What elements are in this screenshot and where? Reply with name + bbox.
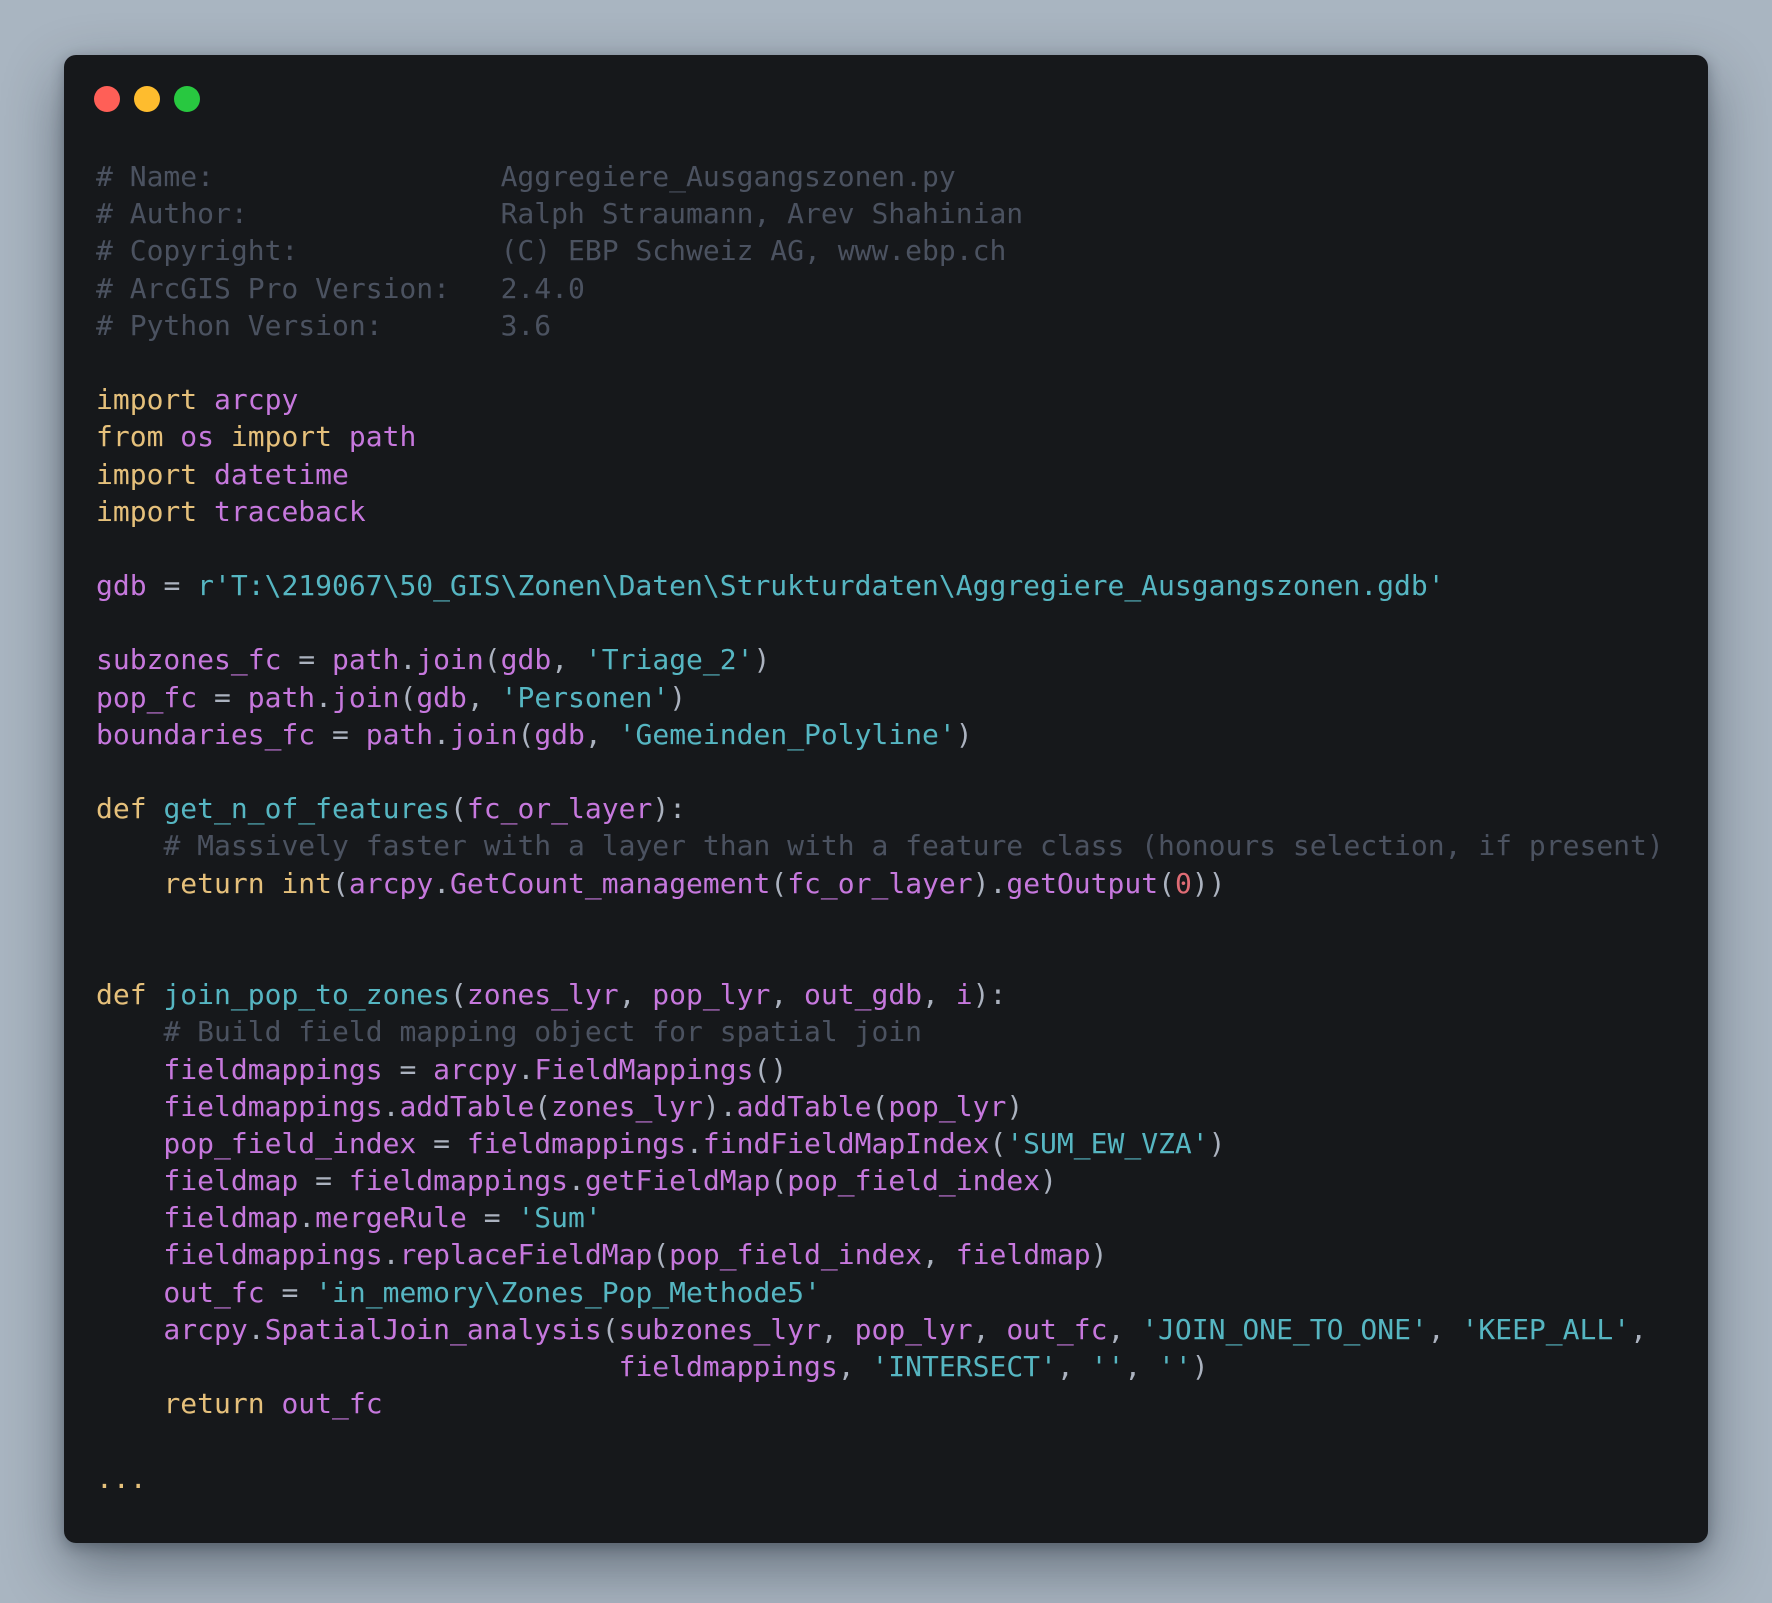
- header-comment-line: # Author: Ralph Straumann, Arev Shahinia…: [96, 197, 1024, 231]
- feature-class-line: pop_fc = path.join(gdb, 'Personen'): [96, 680, 687, 714]
- function-get-n-of-features-line: def get_n_of_features(fc_or_layer):: [96, 792, 687, 826]
- gdb-assignment-line: gdb = r'T:\219067\50_GIS\Zonen\Daten\Str…: [96, 569, 1445, 603]
- header-comment-line: # Python Version: 3.6: [96, 308, 552, 342]
- function-join-pop-to-zones-line: fieldmappings, 'INTERSECT', '', ''): [96, 1350, 1209, 1383]
- import-line: import datetime: [96, 457, 349, 491]
- function-get-n-of-features-line: # Massively faster with a layer than wit…: [163, 829, 1664, 863]
- minimize-button[interactable]: [134, 86, 160, 112]
- code-window: # Name: Aggregiere_Ausgangszonen.py # Aut…: [64, 55, 1708, 1543]
- import-line: import arcpy: [96, 383, 299, 417]
- function-join-pop-to-zones-line: fieldmappings.addTable(zones_lyr).addTab…: [96, 1089, 1024, 1123]
- function-join-pop-to-zones-line: # Build field mapping object for spatial…: [163, 1015, 923, 1049]
- function-join-pop-to-zones-line: fieldmappings = arcpy.FieldMappings(): [96, 1052, 788, 1086]
- function-join-pop-to-zones-line: def join_pop_to_zones(zones_lyr, pop_lyr…: [96, 978, 1007, 1012]
- window-controls: [94, 86, 200, 112]
- ellipsis-line: ...: [96, 1461, 147, 1495]
- import-line: from os import path: [96, 420, 417, 454]
- function-join-pop-to-zones-line: arcpy.SpatialJoin_analysis(subzones_lyr,…: [96, 1312, 1647, 1346]
- feature-class-line: boundaries_fc = path.join(gdb, 'Gemeinde…: [96, 717, 973, 751]
- feature-class-line: subzones_fc = path.join(gdb, 'Triage_2'): [96, 643, 771, 677]
- function-join-pop-to-zones-line: fieldmappings.replaceFieldMap(pop_field_…: [96, 1238, 1108, 1272]
- function-get-n-of-features-line: return int(arcpy.GetCount_management(fc_…: [163, 866, 1226, 900]
- function-join-pop-to-zones-line: out_fc = 'in_memory\Zones_Pop_Methode5': [96, 1275, 821, 1309]
- close-button[interactable]: [94, 86, 120, 112]
- function-join-pop-to-zones-line: return out_fc: [163, 1387, 383, 1421]
- import-line: import traceback: [96, 494, 366, 528]
- code-block[interactable]: # Name: Aggregiere_Ausgangszonen.py # Aut…: [96, 158, 1664, 1497]
- maximize-button[interactable]: [174, 86, 200, 112]
- function-join-pop-to-zones-line: fieldmap = fieldmappings.getFieldMap(pop…: [96, 1164, 1057, 1198]
- header-comment-line: # Name: Aggregiere_Ausgangszonen.py: [96, 160, 956, 193]
- function-join-pop-to-zones-line: pop_field_index = fieldmappings.findFiel…: [96, 1126, 1226, 1160]
- function-join-pop-to-zones-line: fieldmap.mergeRule = 'Sum': [96, 1201, 602, 1235]
- header-comment-line: # Copyright: (C) EBP Schweiz AG, www.ebp…: [96, 234, 1007, 268]
- header-comment-line: # ArcGIS Pro Version: 2.4.0: [96, 271, 585, 305]
